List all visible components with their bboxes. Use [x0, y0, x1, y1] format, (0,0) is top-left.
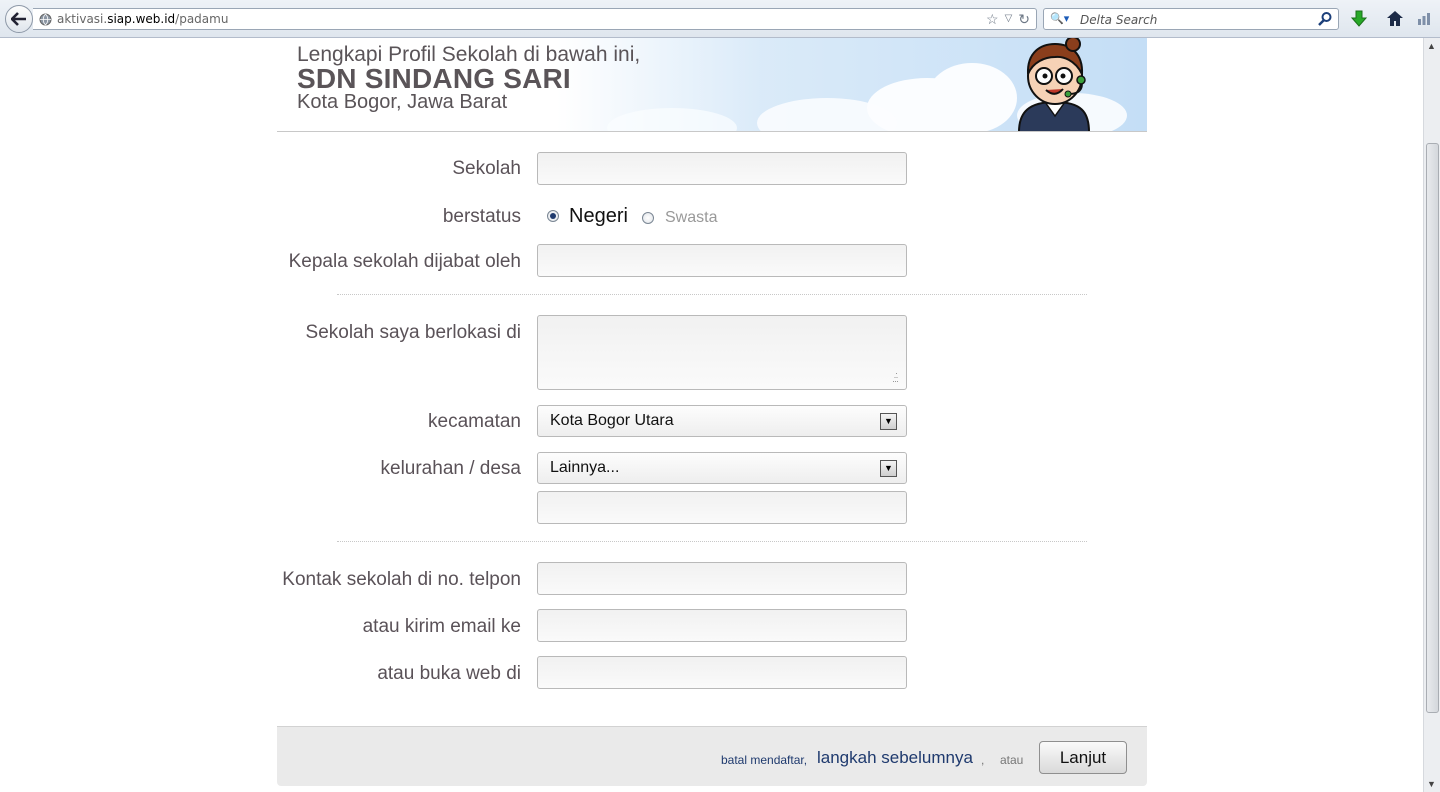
web-input[interactable] — [537, 656, 907, 689]
url-text: aktivasi.siap.web.id/padamu — [57, 12, 228, 26]
kelurahan-select[interactable]: Lainnya... ▼ — [537, 452, 907, 484]
kelurahan-label: kelurahan / desa — [380, 458, 522, 479]
history-dropdown-icon[interactable]: ▽ — [1005, 11, 1013, 27]
dropdown-arrow-icon[interactable]: ▼ — [880, 460, 897, 477]
sekolah-input[interactable] — [537, 152, 907, 185]
sekolah-label: Sekolah — [452, 158, 521, 179]
previous-step-link[interactable]: langkah sebelumnya — [817, 748, 973, 768]
dropdown-arrow-icon[interactable]: ▼ — [880, 413, 897, 430]
kepala-input[interactable] — [537, 244, 907, 277]
or-text: atau — [1000, 753, 1024, 767]
profile-header-banner: Lengkapi Profil Sekolah di bawah ini, SD… — [277, 38, 1147, 132]
next-button[interactable]: Lanjut — [1039, 741, 1127, 774]
search-placeholder: Delta Search — [1080, 13, 1158, 27]
download-icon[interactable] — [1351, 10, 1367, 28]
section-divider — [337, 541, 1087, 542]
signal-bars-icon[interactable] — [1417, 10, 1431, 26]
section-divider — [337, 294, 1087, 295]
search-go-icon[interactable] — [1317, 11, 1333, 27]
kecamatan-value: Kota Bogor Utara — [550, 412, 674, 429]
kelurahan-value: Lainnya... — [550, 459, 620, 476]
scrollbar-thumb[interactable] — [1426, 143, 1439, 713]
lokasi-textarea[interactable]: · ·· ··· — [537, 315, 907, 390]
school-location: Kota Bogor, Jawa Barat — [297, 91, 508, 113]
status-label: berstatus — [442, 206, 521, 227]
status-swasta-label[interactable]: Swasta — [665, 209, 717, 227]
lokasi-label: Sekolah saya berlokasi di — [305, 322, 521, 343]
web-label: atau buka web di — [377, 663, 521, 684]
operator-mascot-icon — [1018, 38, 1090, 131]
url-path: /padamu — [175, 12, 229, 26]
search-bar[interactable]: 🔍▾ Delta Search — [1043, 8, 1339, 30]
vertical-scrollbar[interactable]: ▲ ▼ — [1423, 38, 1440, 792]
email-input[interactable] — [537, 609, 907, 642]
globe-icon — [39, 13, 52, 26]
comma-separator: , — [981, 753, 985, 767]
cancel-text: batal mendaftar, — [721, 753, 808, 767]
back-arrow-icon — [11, 12, 26, 26]
bookmark-star-icon[interactable]: ☆ — [986, 11, 999, 27]
url-prefix: aktivasi. — [57, 12, 108, 26]
kecamatan-select[interactable]: Kota Bogor Utara ▼ — [537, 405, 907, 437]
reload-icon[interactable]: ↻ — [1018, 11, 1030, 27]
search-engine-icon[interactable]: 🔍▾ — [1050, 12, 1069, 25]
status-swasta-radio[interactable] — [642, 212, 654, 224]
kelurahan-other-input[interactable] — [537, 491, 907, 524]
status-negeri-label[interactable]: Negeri — [569, 205, 628, 228]
kepala-label: Kepala sekolah dijabat oleh — [288, 251, 521, 272]
form-footer: batal mendaftar, langkah sebelumnya , at… — [277, 726, 1147, 786]
kecamatan-label: kecamatan — [428, 411, 521, 432]
back-button[interactable] — [5, 5, 33, 33]
status-negeri-radio[interactable] — [547, 210, 559, 222]
telpon-input[interactable] — [537, 562, 907, 595]
resize-grip-icon[interactable]: · ·· ··· — [892, 369, 899, 386]
browser-toolbar: aktivasi.siap.web.id/padamu ☆ ▽ ↻ 🔍▾ Del… — [0, 0, 1440, 38]
url-domain: siap.web.id — [107, 12, 176, 26]
telpon-label: Kontak sekolah di no. telpon — [282, 569, 521, 590]
address-bar[interactable]: aktivasi.siap.web.id/padamu ☆ ▽ ↻ — [33, 8, 1037, 30]
scroll-up-arrow-icon[interactable]: ▲ — [1427, 41, 1436, 51]
home-icon[interactable] — [1386, 10, 1404, 27]
email-label: atau kirim email ke — [362, 616, 521, 637]
scroll-down-arrow-icon[interactable]: ▼ — [1427, 779, 1436, 789]
